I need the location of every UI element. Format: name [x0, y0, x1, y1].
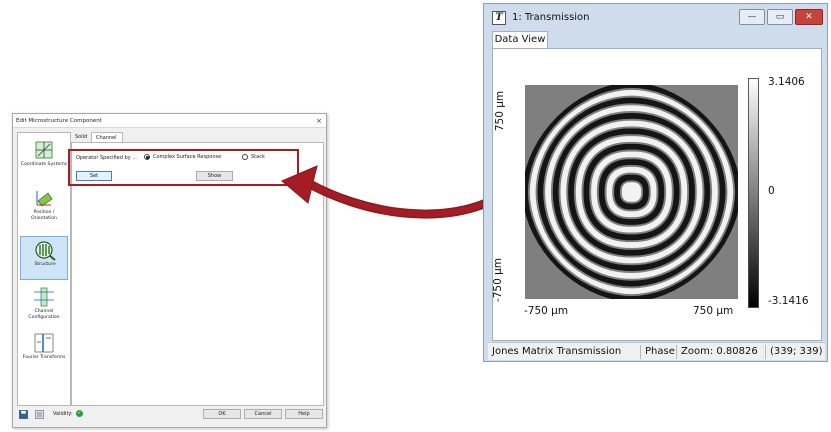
close-button[interactable]: ✕: [795, 9, 823, 25]
save-icon[interactable]: [19, 410, 28, 419]
status-name: Jones Matrix Transmission: [492, 346, 622, 357]
app-logo-icon: T: [492, 11, 506, 25]
fourier-transforms-icon: [34, 333, 54, 353]
maximize-button[interactable]: ▭: [767, 9, 793, 25]
colorbar-max-label: 3.1406: [768, 76, 805, 88]
help-button[interactable]: Help: [285, 409, 323, 419]
x-axis-min-label: -750 µm: [524, 305, 569, 317]
ok-button[interactable]: OK: [203, 409, 241, 419]
channel-configuration-icon: [34, 287, 54, 307]
colorbar-min-label: -3.1416: [768, 295, 809, 307]
status-mode: Phase: [645, 346, 675, 357]
operator-highlight-box: [68, 149, 299, 186]
phase-center: [624, 184, 639, 200]
colorbar: [748, 78, 759, 308]
transmission-window: T 1: Transmission — ▭ ✕ Data View 3.1406…: [483, 3, 828, 362]
x-axis-max-label: 750 µm: [693, 305, 734, 317]
structure-icon: [35, 241, 56, 261]
status-coords: (339; 339): [770, 346, 823, 357]
position-orientation-icon: [36, 191, 53, 207]
colorbar-mid-label: 0: [768, 185, 775, 197]
phase-plot-image[interactable]: [525, 85, 738, 299]
edit-microstructure-dialog: Edit Microstructure Component × Coordina…: [12, 113, 327, 428]
status-bar: Jones Matrix Transmission Phase Zoom: 0.…: [488, 342, 825, 360]
dialog-title: Edit Microstructure Component: [13, 114, 326, 128]
view-icon[interactable]: [35, 410, 44, 419]
cancel-button[interactable]: Cancel: [244, 409, 282, 419]
sidebar-item-coordinate-systems[interactable]: Coordinate Systems: [20, 137, 68, 181]
validity-label: Validity:: [53, 411, 73, 417]
window-title: 1: Transmission: [512, 12, 590, 23]
sidebar-item-structure[interactable]: Structure: [20, 236, 68, 280]
minimize-button[interactable]: —: [739, 9, 765, 25]
sidebar-item-label: Channel Configuration: [28, 309, 60, 320]
tab-data-view[interactable]: Data View: [492, 31, 548, 48]
sidebar-item-channel-configuration[interactable]: Channel Configuration: [20, 284, 68, 328]
sidebar-item-label: Fourier Transforms: [22, 355, 66, 360]
sidebar-item-label: Coordinate Systems: [20, 162, 68, 167]
validity-ok-icon: ✓: [76, 410, 83, 417]
sidebar-item-fourier-transforms[interactable]: Fourier Transforms: [20, 330, 68, 374]
y-axis-min-label: -750 µm: [492, 257, 505, 303]
sidebar-item-label: Structure: [34, 262, 56, 267]
sidebar: Coordinate Systems Position / Orientatio…: [17, 132, 71, 406]
sidebar-item-position-orientation[interactable]: Position / Orientation: [20, 185, 68, 229]
sidebar-item-label: Position / Orientation: [31, 210, 57, 221]
tab-solid[interactable]: Solid: [71, 132, 91, 142]
status-zoom: Zoom: 0.80826: [681, 346, 758, 357]
dialog-close-icon[interactable]: ×: [316, 114, 322, 128]
tab-channel-operator[interactable]: Channel Operator: [91, 132, 124, 151]
coordinate-systems-icon: [35, 141, 53, 159]
y-axis-max-label: 750 µm: [494, 90, 507, 132]
